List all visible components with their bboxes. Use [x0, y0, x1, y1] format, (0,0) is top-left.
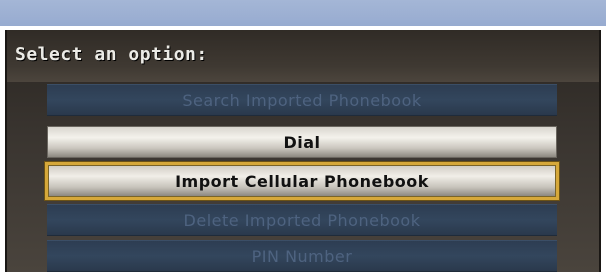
menu-item-pin-number[interactable]: PIN Number: [47, 240, 557, 272]
menu-item-search-imported-phonebook[interactable]: Search Imported Phonebook: [47, 84, 557, 116]
menu-item-delete-imported-phonebook[interactable]: Delete Imported Phonebook: [47, 204, 557, 236]
menu-item-dial[interactable]: Dial: [47, 126, 557, 158]
menu-item-import-cellular-phonebook[interactable]: Import Cellular Phonebook: [45, 162, 559, 200]
navigation-screen: Select an option: Search Imported Phoneb…: [5, 30, 601, 272]
top-banner: [0, 0, 606, 26]
option-menu: Search Imported Phonebook Dial Import Ce…: [7, 30, 599, 272]
